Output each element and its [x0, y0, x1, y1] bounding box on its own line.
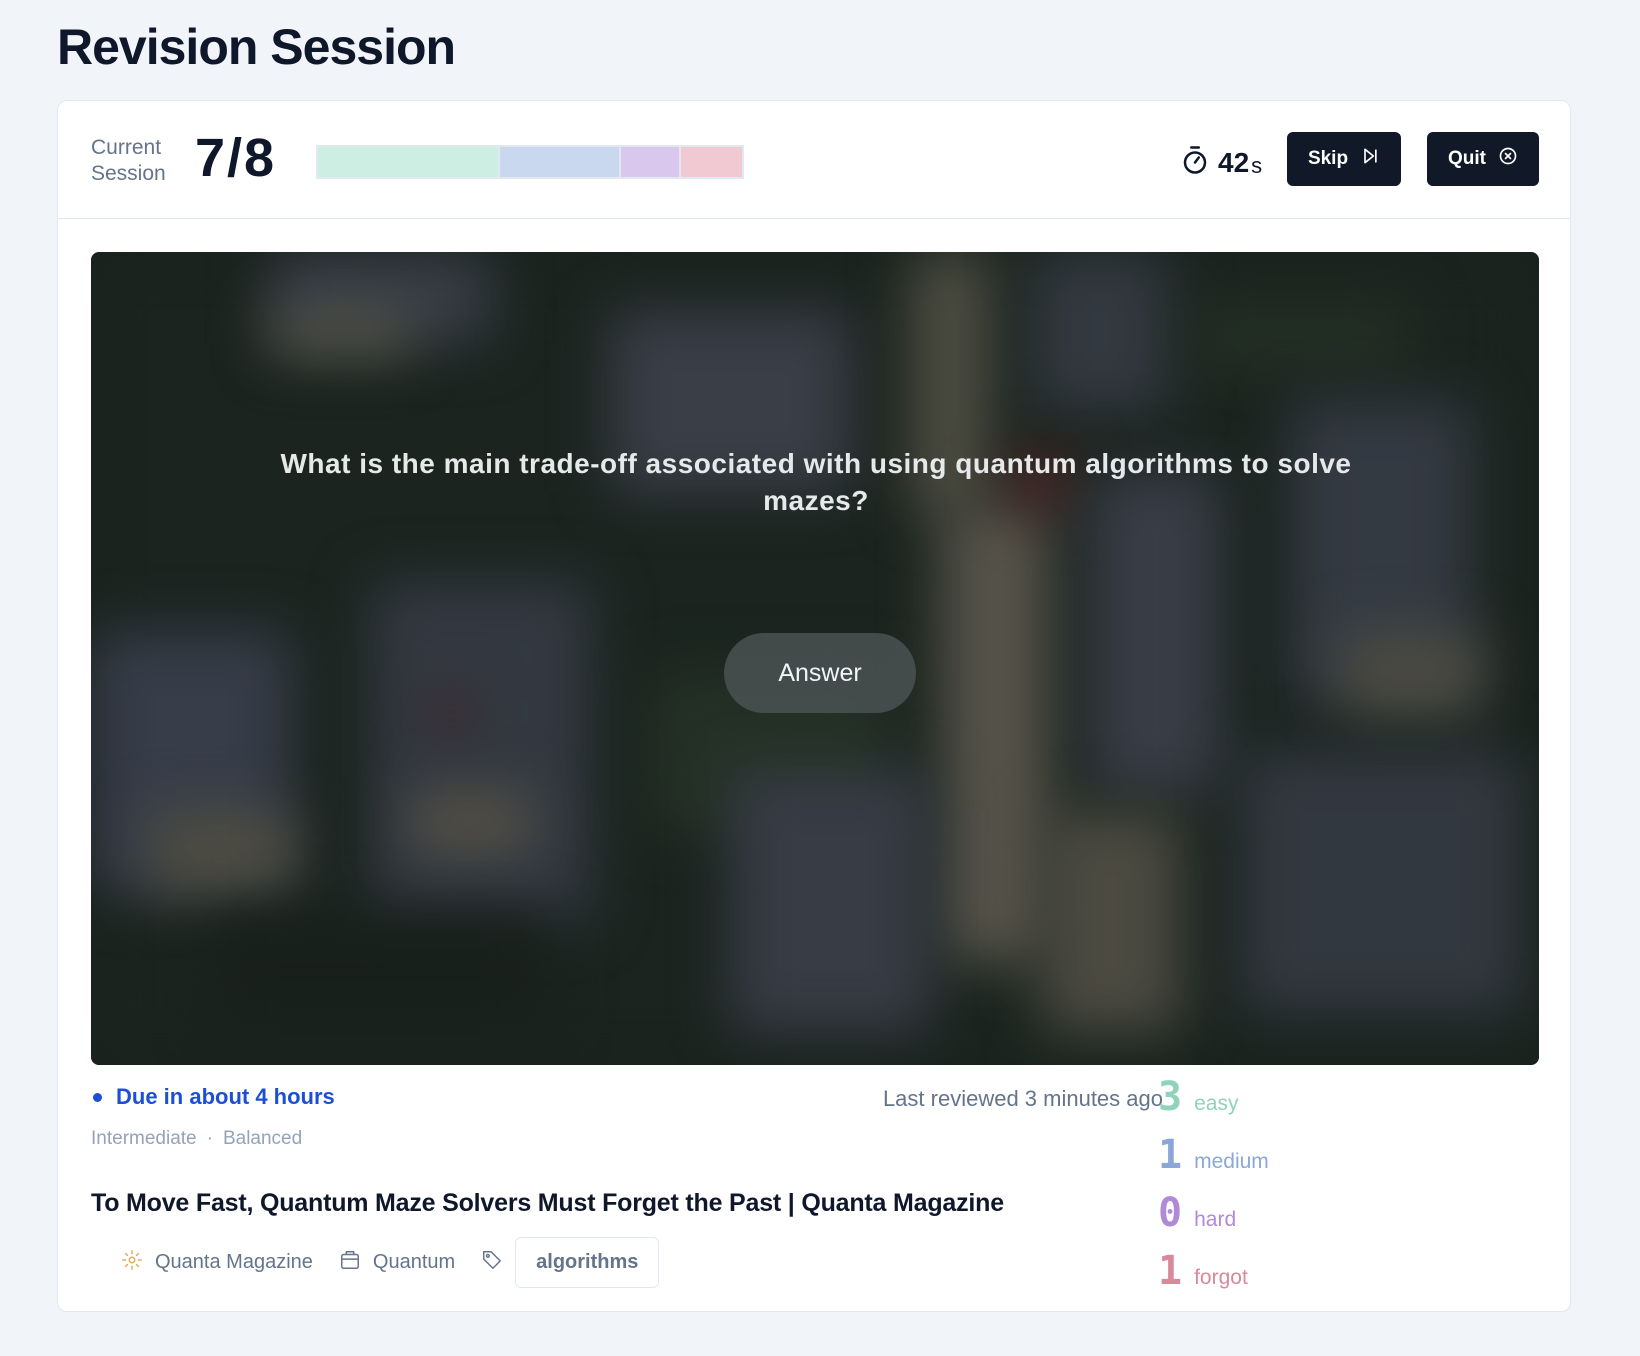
- source-name: Quanta Magazine: [155, 1251, 313, 1273]
- due-text: Due in about 4 hours: [116, 1084, 335, 1109]
- category-name: Quantum: [372, 1251, 456, 1273]
- stat-label: forgot: [1194, 1266, 1248, 1289]
- progress-segment-easy: [318, 147, 501, 177]
- stat-forgot: 1 forgot: [1158, 1248, 1269, 1306]
- session-label: Current Session: [91, 136, 166, 185]
- session-count: 7/8: [195, 128, 277, 188]
- due-status: Due in about 4 hours: [93, 1084, 335, 1110]
- stopwatch-icon: [1180, 145, 1210, 180]
- quit-label: Quit: [1448, 148, 1486, 169]
- progress-segment-hard: [621, 147, 681, 177]
- progress-segment-medium: [500, 147, 622, 177]
- category-item[interactable]: Quantum: [339, 1249, 455, 1277]
- skip-label: Skip: [1307, 148, 1349, 169]
- article-title[interactable]: To Move Fast, Quantum Maze Solvers Must …: [91, 1189, 1004, 1218]
- stat-count: 3: [1158, 1074, 1183, 1120]
- difficulty-label: Intermediate: [91, 1128, 197, 1149]
- sun-icon: [121, 1249, 143, 1277]
- skip-forward-icon: [1360, 146, 1380, 172]
- timer-value: 42: [1218, 146, 1250, 178]
- article-source-row: Quanta Magazine Quantum algorithms: [121, 1237, 660, 1288]
- stat-label: easy: [1194, 1092, 1239, 1115]
- timer-unit: s: [1251, 152, 1263, 178]
- last-reviewed: Last reviewed 3 minutes ago: [882, 1086, 1163, 1111]
- tags-item: [481, 1249, 503, 1277]
- stat-label: medium: [1194, 1150, 1269, 1173]
- mode-label: Balanced: [222, 1128, 303, 1149]
- session-header: Current Session 7/8 42 s Skip Quit: [58, 101, 1570, 219]
- session-card: Current Session 7/8 42 s Skip Quit What …: [57, 100, 1571, 1312]
- skip-button[interactable]: Skip: [1287, 132, 1401, 186]
- quit-button[interactable]: Quit: [1427, 132, 1539, 186]
- stat-count: 1: [1158, 1248, 1183, 1294]
- box-icon: [339, 1249, 361, 1277]
- stat-easy: 3 easy: [1158, 1074, 1269, 1132]
- progress-segment-forgot: [680, 147, 742, 177]
- source-item[interactable]: Quanta Magazine: [121, 1249, 313, 1277]
- due-dot-icon: [93, 1092, 102, 1102]
- timer: 42 s: [1180, 145, 1262, 180]
- card-meta: Intermediate · Balanced: [91, 1128, 302, 1150]
- stats-panel: 3 easy 1 medium 0 hard 1 forgot: [1158, 1074, 1269, 1306]
- stat-count: 1: [1158, 1132, 1183, 1178]
- answer-button[interactable]: Answer: [724, 633, 916, 713]
- page-title: Revision Session: [57, 19, 456, 75]
- flashcard[interactable]: What is the main trade-off associated wi…: [91, 252, 1539, 1065]
- tag-pill[interactable]: algorithms: [515, 1237, 660, 1288]
- stat-hard: 0 hard: [1158, 1190, 1269, 1248]
- session-progress-bar: [316, 145, 744, 179]
- stat-count: 0: [1158, 1190, 1183, 1236]
- question-text: What is the main trade-off associated wi…: [280, 448, 1352, 516]
- stat-label: hard: [1194, 1208, 1237, 1231]
- tag-icon: [481, 1249, 503, 1277]
- stat-medium: 1 medium: [1158, 1132, 1269, 1190]
- close-circle-icon: [1498, 146, 1518, 172]
- meta-separator: ·: [206, 1128, 213, 1149]
